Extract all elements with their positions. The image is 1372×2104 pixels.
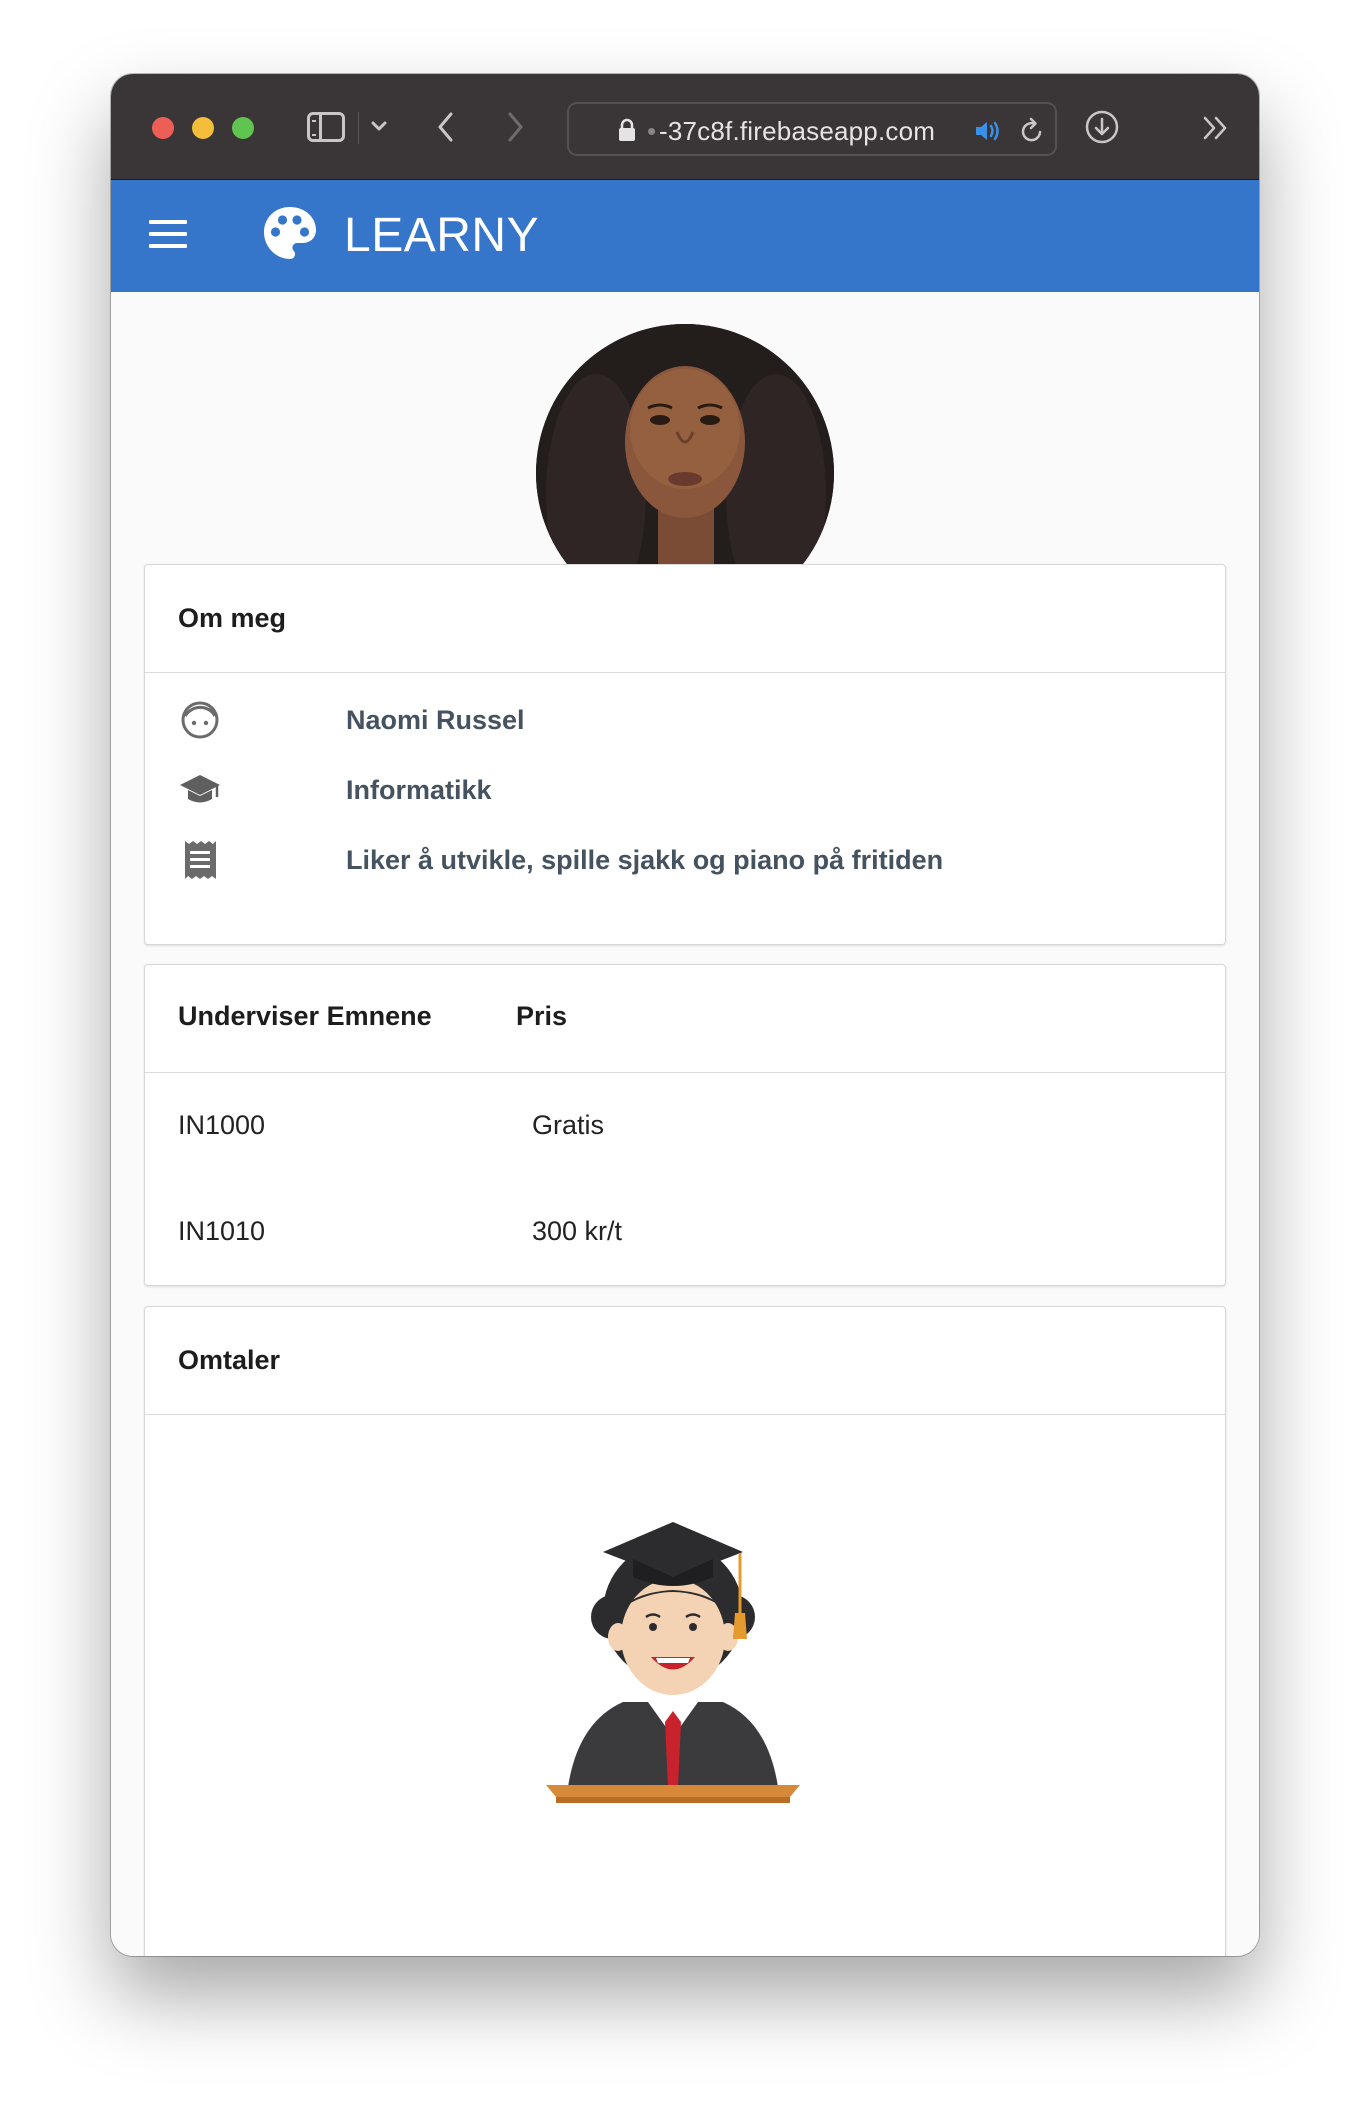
about-card: Om meg Naomi Russel Informatikk Liker å … — [144, 564, 1226, 945]
brand-name[interactable]: LEARNY — [344, 208, 539, 263]
browser-toolbar: • -37c8f.firebaseapp.com — [111, 74, 1259, 180]
graduate-illustration — [546, 1522, 800, 1803]
graduation-cap-icon — [180, 775, 220, 803]
url-text: -37c8f.firebaseapp.com — [659, 116, 936, 146]
menu-icon[interactable] — [149, 220, 187, 248]
more-chevrons-icon[interactable] — [1201, 114, 1231, 142]
about-bio-row: Liker å utvikle, spille sjakk og piano p… — [145, 835, 1225, 885]
profile-page: Om meg Naomi Russel Informatikk Liker å … — [111, 292, 1259, 1956]
lock-icon — [619, 118, 635, 141]
sidebar-toggle-icon[interactable] — [307, 112, 345, 142]
reload-icon[interactable] — [1019, 117, 1045, 145]
courses-table-header: Underviser Emnene Pris — [145, 965, 1225, 1073]
course-code: IN1010 — [178, 1216, 266, 1246]
about-card-title: Om meg — [145, 565, 1225, 673]
column-header-price: Pris — [516, 1001, 568, 1031]
course-price: Gratis — [532, 1110, 605, 1140]
profile-study: Informatikk — [346, 774, 492, 805]
course-price: 300 kr/t — [532, 1216, 623, 1246]
minimize-window-button[interactable] — [192, 117, 214, 139]
profile-name: Naomi Russel — [346, 704, 525, 735]
app-header: LEARNY — [111, 180, 1259, 292]
palette-icon — [264, 207, 316, 259]
downloads-icon[interactable] — [1083, 108, 1121, 146]
about-name-row: Naomi Russel — [145, 695, 1225, 745]
receipt-icon — [185, 841, 216, 879]
speaker-icon[interactable] — [973, 118, 1003, 144]
course-code: IN1000 — [178, 1110, 266, 1140]
url-prefix-fade: • — [647, 116, 657, 146]
column-header-subjects: Underviser Emnene — [178, 1001, 432, 1031]
zoom-window-button[interactable] — [232, 117, 254, 139]
profile-bio: Liker å utvikle, spille sjakk og piano p… — [346, 844, 944, 875]
brand-name-light: ARNY — [403, 209, 540, 262]
reviews-card-title: Omtaler — [145, 1307, 1225, 1415]
back-icon[interactable] — [433, 110, 459, 144]
chevron-down-icon[interactable] — [369, 116, 389, 136]
toolbar-divider — [358, 112, 359, 144]
address-bar[interactable]: • -37c8f.firebaseapp.com — [567, 102, 1057, 156]
courses-card: Underviser Emnene Pris IN1000 Gratis IN1… — [144, 964, 1226, 1286]
browser-window: • -37c8f.firebaseapp.com LEARNY Om meg N… — [111, 74, 1259, 1956]
brand-name-bold: LE — [344, 209, 404, 262]
about-study-row: Informatikk — [145, 765, 1225, 815]
close-window-button[interactable] — [152, 117, 174, 139]
reviews-card: Omtaler — [144, 1306, 1226, 1956]
face-icon — [181, 701, 219, 739]
forward-icon[interactable] — [502, 110, 528, 144]
